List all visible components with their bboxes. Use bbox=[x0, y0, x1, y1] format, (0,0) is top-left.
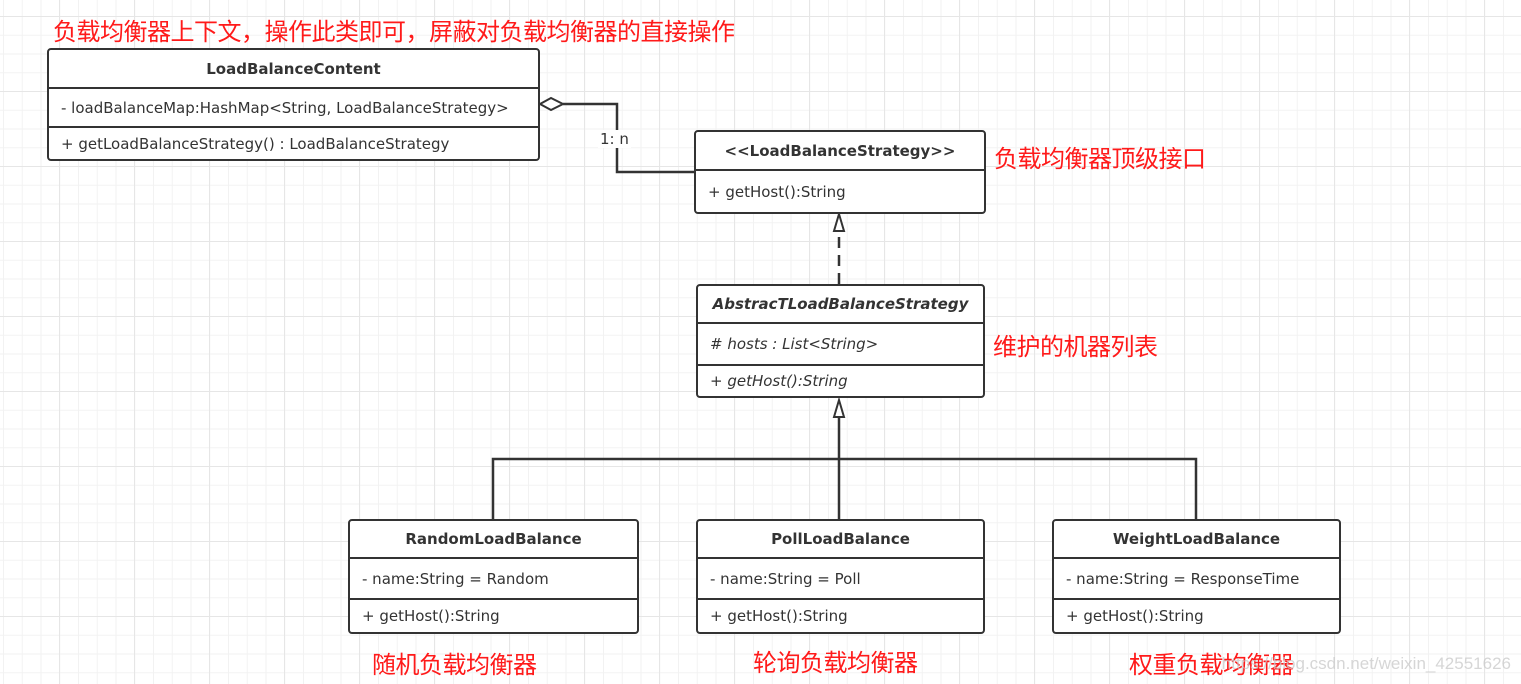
class-method: + getHost():String bbox=[1066, 607, 1204, 625]
realization-arrowhead-icon bbox=[832, 210, 846, 232]
class-attribute: - name:String = Random bbox=[350, 559, 637, 600]
class-name: AbstracTLoadBalanceStrategy bbox=[698, 286, 983, 324]
interface-load-balance-strategy[interactable]: <<LoadBalanceStrategy>> + getHost():Stri… bbox=[694, 130, 986, 214]
class-name: PollLoadBalance bbox=[698, 521, 983, 559]
note-abstract: 维护的机器列表 bbox=[993, 333, 1158, 361]
class-method: + getHost():String bbox=[362, 607, 500, 625]
generalization-branch-line bbox=[491, 457, 1198, 519]
class-name: WeightLoadBalance bbox=[1054, 521, 1339, 559]
note-interface: 负载均衡器顶级接口 bbox=[994, 145, 1206, 173]
interface-method: + getHost():String bbox=[708, 182, 846, 201]
class-method: + getLoadBalanceStrategy() : LoadBalance… bbox=[61, 134, 450, 153]
class-load-balance-content[interactable]: LoadBalanceContent - loadBalanceMap:Hash… bbox=[47, 48, 540, 161]
class-abstract-load-balance-strategy[interactable]: AbstracTLoadBalanceStrategy # hosts : Li… bbox=[696, 284, 985, 398]
class-name: RandomLoadBalance bbox=[350, 521, 637, 559]
note-context: 负载均衡器上下文，操作此类即可，屏蔽对负载均衡器的直接操作 bbox=[53, 18, 735, 46]
multiplicity-label: 1: n bbox=[598, 130, 631, 148]
generalization-arrowhead-icon bbox=[832, 396, 846, 418]
class-attribute: # hosts : List<String> bbox=[698, 324, 983, 366]
note-random: 随机负载均衡器 bbox=[372, 651, 537, 679]
class-attribute: - loadBalanceMap:HashMap<String, LoadBal… bbox=[49, 89, 538, 128]
class-weight-load-balance[interactable]: WeightLoadBalance - name:String = Respon… bbox=[1052, 519, 1341, 634]
class-attribute: - name:String = Poll bbox=[698, 559, 983, 600]
class-method: + getHost():String bbox=[710, 372, 848, 390]
aggregation-diamond-icon bbox=[537, 96, 566, 112]
interface-name: <<LoadBalanceStrategy>> bbox=[696, 132, 984, 171]
note-poll: 轮询负载均衡器 bbox=[753, 649, 918, 677]
class-name: LoadBalanceContent bbox=[49, 50, 538, 89]
class-method: + getHost():String bbox=[710, 607, 848, 625]
class-random-load-balance[interactable]: RandomLoadBalance - name:String = Random… bbox=[348, 519, 639, 634]
watermark: https://blog.csdn.net/weixin_42551626 bbox=[1221, 654, 1511, 673]
class-poll-load-balance[interactable]: PollLoadBalance - name:String = Poll + g… bbox=[696, 519, 985, 634]
class-attribute: - name:String = ResponseTime bbox=[1054, 559, 1339, 600]
